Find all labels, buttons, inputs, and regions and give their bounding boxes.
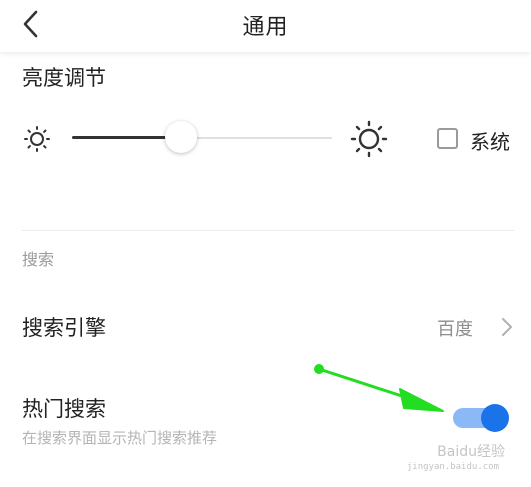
system-brightness-label: 系统 xyxy=(470,130,510,154)
brightness-slider-thumb[interactable] xyxy=(165,121,198,153)
hot-search-toggle[interactable] xyxy=(451,404,509,432)
sun-large-icon xyxy=(350,120,388,158)
baidu-watermark-url: jingyan.baidu.com xyxy=(406,462,499,472)
sun-small-icon xyxy=(24,126,50,152)
search-group-label: 搜索 xyxy=(22,250,55,269)
hot-search-label: 热门搜索 xyxy=(22,397,106,421)
top-bar: 通用 xyxy=(0,0,531,52)
page-title: 通用 xyxy=(242,15,289,40)
brightness-slider-track[interactable] xyxy=(181,137,332,139)
search-engine-value: 百度 xyxy=(437,319,473,340)
chevron-right-icon xyxy=(502,318,512,336)
toggle-knob xyxy=(481,404,509,432)
section-divider xyxy=(22,230,514,231)
search-engine-row[interactable]: 搜索引擎 百度 xyxy=(0,300,531,352)
system-brightness-checkbox[interactable] xyxy=(437,128,458,149)
baidu-watermark: Baidu经验 xyxy=(437,444,505,460)
brightness-section-title: 亮度调节 xyxy=(22,66,106,90)
hot-search-subtitle: 在搜索界面显示热门搜索推荐 xyxy=(22,429,218,447)
search-engine-label: 搜索引擎 xyxy=(22,316,106,340)
